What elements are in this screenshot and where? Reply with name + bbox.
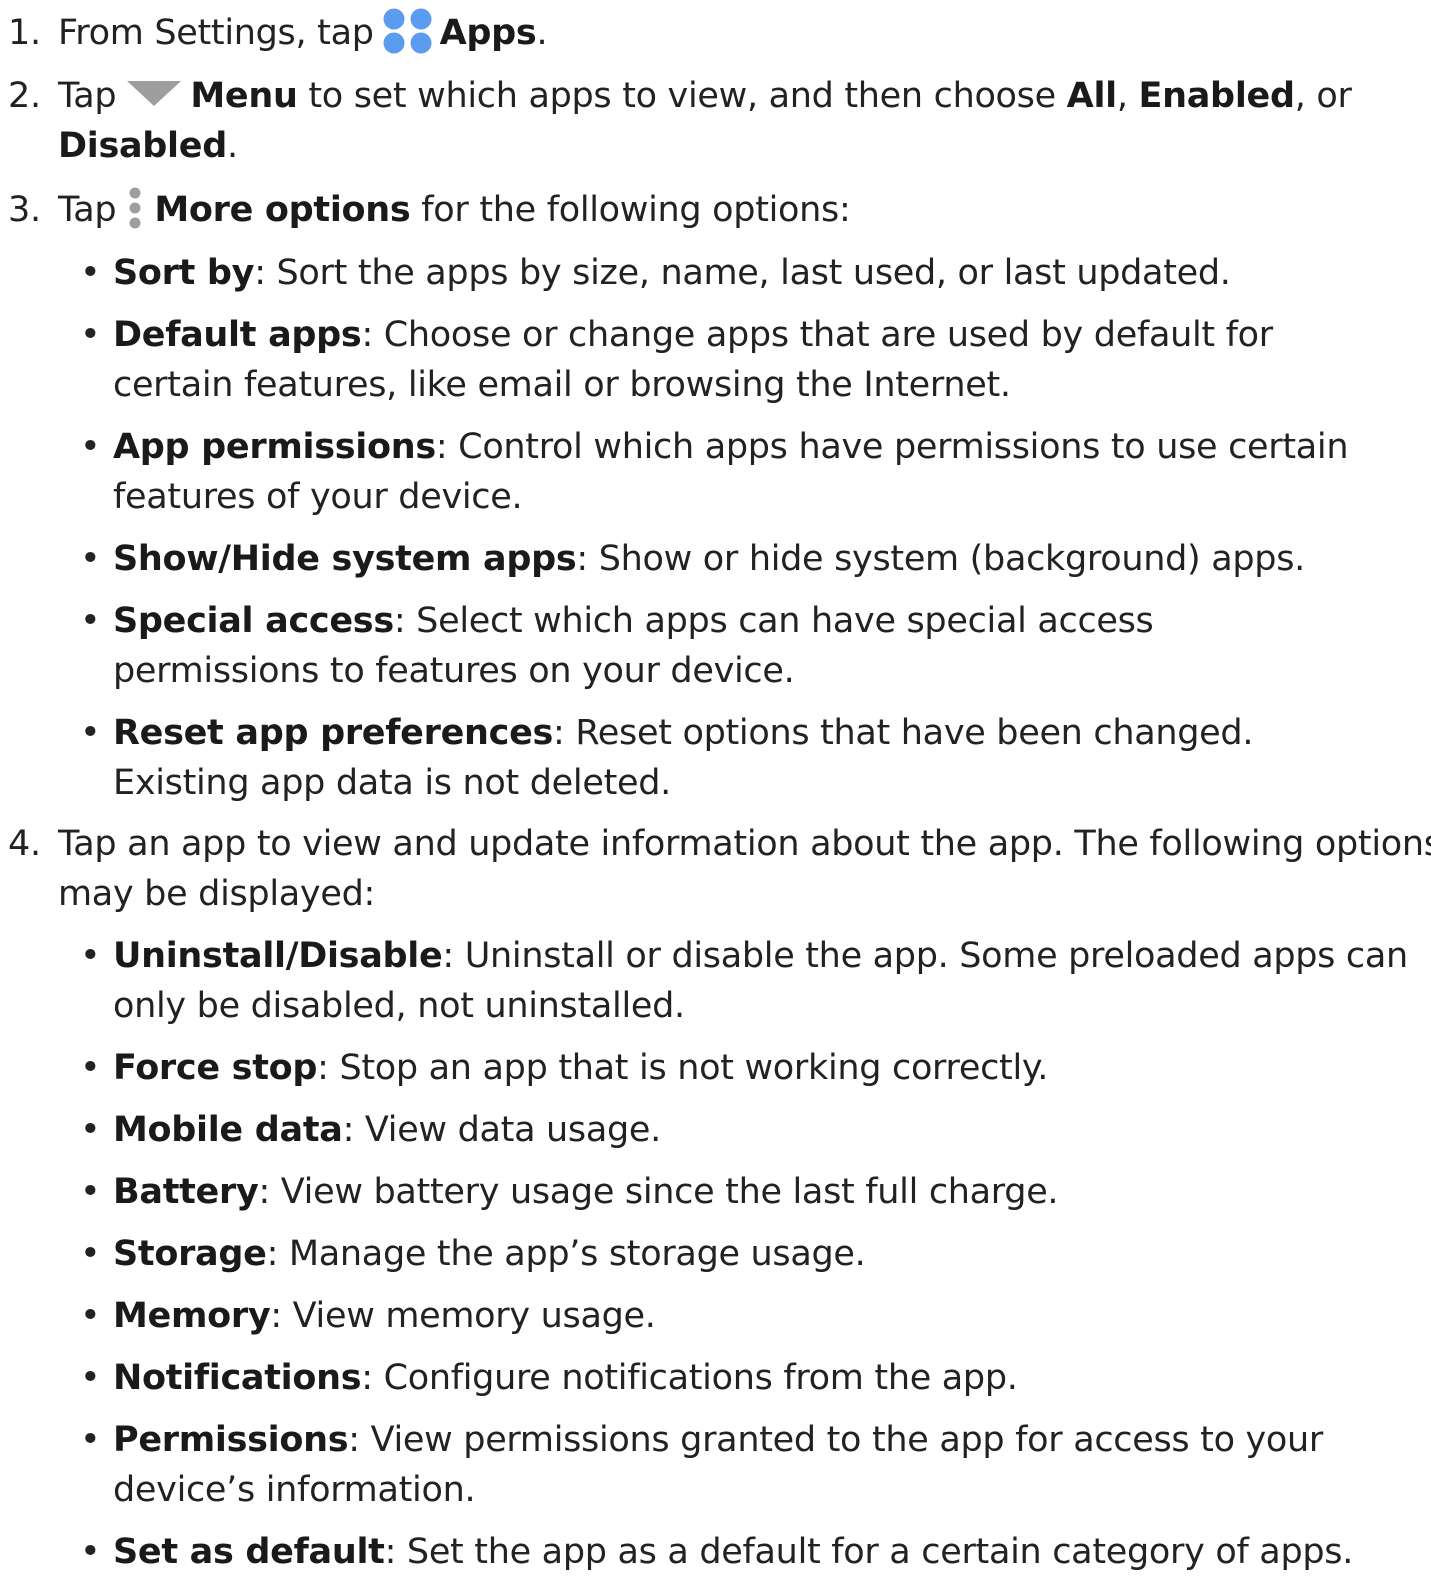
option-desc: : View data usage. xyxy=(342,1110,662,1150)
option-term: App permissions xyxy=(113,427,436,467)
option-desc: : Manage the app’s storage usage. xyxy=(266,1234,866,1274)
step-1: 1. From Settings, tap Apps. xyxy=(0,8,1431,58)
bullet-glyph: • xyxy=(80,315,101,355)
bullet-glyph: • xyxy=(80,1296,101,1336)
list-item: • Memory: View memory usage. xyxy=(0,1291,1421,1341)
step-number: 4. xyxy=(8,824,41,864)
list-item: • Set as default: Set the app as a defaul… xyxy=(0,1527,1421,1577)
bullet-glyph: • xyxy=(80,1420,101,1460)
option-term: Special access xyxy=(113,601,394,641)
step-text-mid: to set which apps to view, and then choo… xyxy=(297,76,1067,116)
step-text-pre: From Settings, tap xyxy=(58,13,374,53)
option-term: Default apps xyxy=(113,315,362,355)
step-text-pre: Tap xyxy=(58,76,117,116)
bullet-glyph: • xyxy=(80,1234,101,1274)
step-text: From Settings, tap Apps. xyxy=(58,8,1431,58)
bullet-glyph: • xyxy=(80,427,101,467)
bullet-glyph: • xyxy=(80,539,101,579)
step-text: Tap Menu to set which apps to view, and t… xyxy=(58,71,1421,171)
option-desc: : Configure notifications from the app. xyxy=(361,1358,1018,1398)
step-2: 2. Tap Menu to set which apps to view, an… xyxy=(0,71,1431,171)
list-item: • Storage: Manage the app’s storage usage… xyxy=(0,1229,1421,1279)
list-item: • Show/Hide system apps: Show or hide sys… xyxy=(0,534,1421,584)
option-term: Memory xyxy=(113,1296,271,1336)
step-text: Tap More options for the following option… xyxy=(58,185,1431,235)
step-text-mid: , xyxy=(1116,76,1139,116)
step-4: 4. Tap an app to view and update informa… xyxy=(0,819,1431,919)
step-number: 2. xyxy=(8,76,41,116)
bullet-glyph: • xyxy=(80,253,101,293)
menu-label: Menu xyxy=(190,76,298,116)
bullet-glyph: • xyxy=(80,1048,101,1088)
option-term: Battery xyxy=(113,1172,259,1212)
list-item: • Uninstall/Disable: Uninstall or disable… xyxy=(0,931,1421,1031)
step-number: 1. xyxy=(8,13,41,53)
step-text-post: for the following options: xyxy=(410,190,851,230)
list-item: • Notifications: Configure notifications … xyxy=(0,1353,1421,1403)
bullet-glyph: • xyxy=(80,713,101,753)
option-term: Reset app preferences xyxy=(113,713,554,753)
bullet-glyph: • xyxy=(80,601,101,641)
more-options-list: • Sort by: Sort the apps by size, name, l… xyxy=(0,248,1421,820)
list-item: • Default apps: Choose or change apps tha… xyxy=(0,310,1421,410)
option-desc: : Set the app as a default for a certain… xyxy=(384,1532,1354,1572)
option-desc: : Sort the apps by size, name, last used… xyxy=(254,253,1231,293)
option-term: Set as default xyxy=(113,1532,385,1572)
list-item: • App permissions: Control which apps hav… xyxy=(0,422,1421,522)
bullet-glyph: • xyxy=(80,1358,101,1398)
list-item: • Mobile data: View data usage. xyxy=(0,1105,1421,1155)
option-desc: : Show or hide system (background) apps. xyxy=(576,539,1305,579)
option-term: Show/Hide system apps xyxy=(113,539,577,579)
list-item: • Force stop: Stop an app that is not wor… xyxy=(0,1043,1421,1093)
option-term: Uninstall/Disable xyxy=(113,936,443,976)
option-term: Sort by xyxy=(113,253,255,293)
more-options-label: More options xyxy=(154,190,411,230)
app-info-options-list: • Uninstall/Disable: Uninstall or disable… xyxy=(0,931,1421,1577)
triangle-down-icon xyxy=(127,81,182,106)
option-enabled: Enabled xyxy=(1138,76,1295,116)
vertical-dots-icon xyxy=(129,187,141,229)
bullet-glyph: • xyxy=(80,1110,101,1150)
step-text: Tap an app to view and update informatio… xyxy=(58,824,1431,914)
bullet-glyph: • xyxy=(80,1532,101,1572)
step-3: 3. Tap More options for the following opt… xyxy=(0,185,1431,235)
option-desc: : View memory usage. xyxy=(270,1296,656,1336)
list-item: • Reset app preferences: Reset options th… xyxy=(0,708,1421,808)
option-term: Storage xyxy=(113,1234,267,1274)
step-text-mid: , or xyxy=(1294,76,1352,116)
bullet-glyph: • xyxy=(80,936,101,976)
apps-label: Apps xyxy=(439,13,537,53)
bullet-glyph: • xyxy=(80,1172,101,1212)
list-item: • Special access: Select which apps can h… xyxy=(0,596,1421,696)
option-term: Notifications xyxy=(113,1358,362,1398)
step-text-pre: Tap xyxy=(58,190,117,230)
option-term: Permissions xyxy=(113,1420,349,1460)
list-item: • Battery: View battery usage since the l… xyxy=(0,1167,1421,1217)
option-desc: : View battery usage since the last full… xyxy=(258,1172,1059,1212)
option-desc: : Stop an app that is not working correc… xyxy=(317,1048,1049,1088)
list-item: • Sort by: Sort the apps by size, name, l… xyxy=(0,248,1421,298)
list-item: • Permissions: View permissions granted t… xyxy=(0,1415,1421,1515)
option-all: All xyxy=(1066,76,1117,116)
step-text-post: . xyxy=(226,126,238,166)
step-number: 3. xyxy=(8,190,41,230)
apps-grid-icon xyxy=(383,8,432,54)
step-text-post: . xyxy=(536,13,548,53)
option-term: Force stop xyxy=(113,1048,318,1088)
option-disabled: Disabled xyxy=(58,126,227,166)
option-term: Mobile data xyxy=(113,1110,343,1150)
